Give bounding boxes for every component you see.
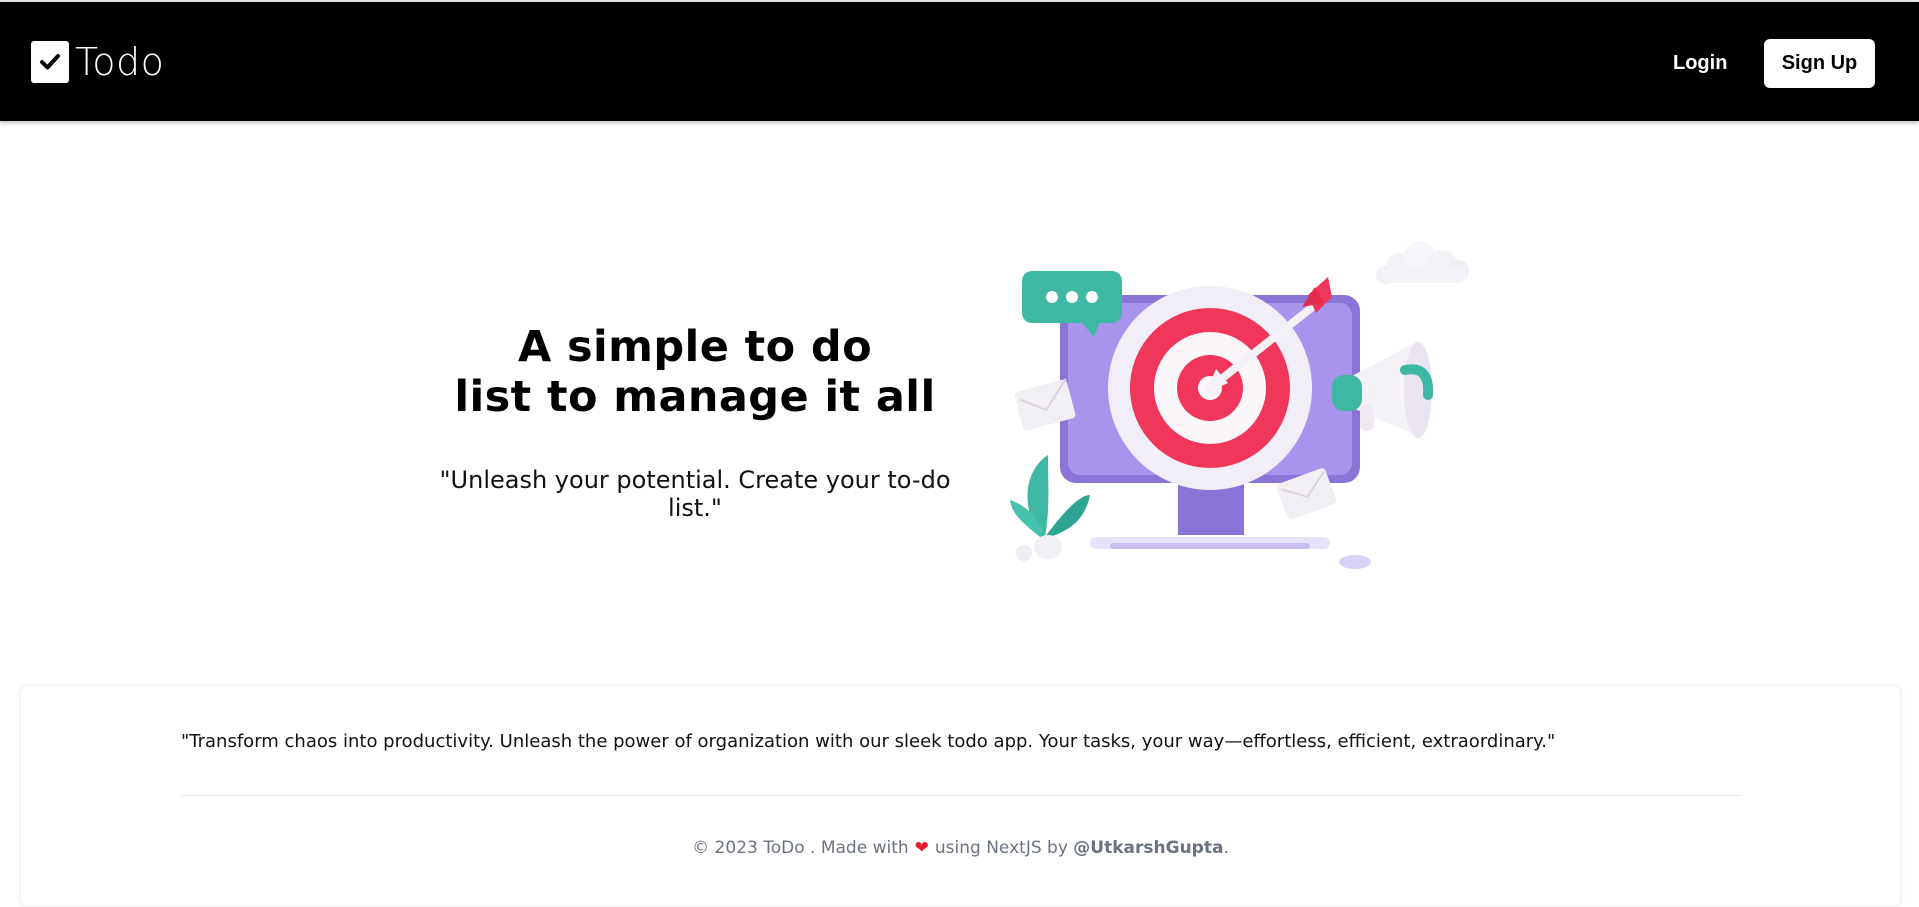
checkbox-check-icon (31, 41, 69, 83)
hero-title-line-2: list to manage it all (454, 372, 936, 422)
target-monitor-illustration (1010, 241, 1469, 569)
footer: "Transform chaos into productivity. Unle… (20, 685, 1901, 907)
copyright-text: © 2023 ToDo . Made with (692, 838, 909, 858)
hero-subtitle: "Unleash your potential. Create your to-… (439, 466, 951, 522)
heart-icon: ❤ (914, 838, 929, 858)
signup-button[interactable]: Sign Up (1764, 39, 1875, 88)
hero-text: A simple to do list to manage it all "Un… (420, 322, 970, 522)
footer-quote: "Transform chaos into productivity. Unle… (181, 731, 1556, 752)
cloud-icon (1376, 241, 1469, 284)
footer-period: . (1223, 838, 1229, 858)
hero-title-line-1: A simple to do (517, 322, 873, 372)
footer-divider (181, 795, 1742, 796)
author-link[interactable]: @UtkarshGupta (1073, 838, 1223, 858)
hero-title: A simple to do list to manage it all (420, 322, 970, 422)
footer-credit: © 2023 ToDo . Made with ❤ using NextJS by … (21, 838, 1900, 858)
built-with-text: using NextJS by (934, 838, 1068, 858)
brand-logo[interactable]: Todo (31, 40, 164, 84)
brand-title: Todo (75, 40, 165, 84)
navbar: Todo Login Sign Up (0, 2, 1919, 121)
login-link[interactable]: Login (1673, 52, 1727, 75)
